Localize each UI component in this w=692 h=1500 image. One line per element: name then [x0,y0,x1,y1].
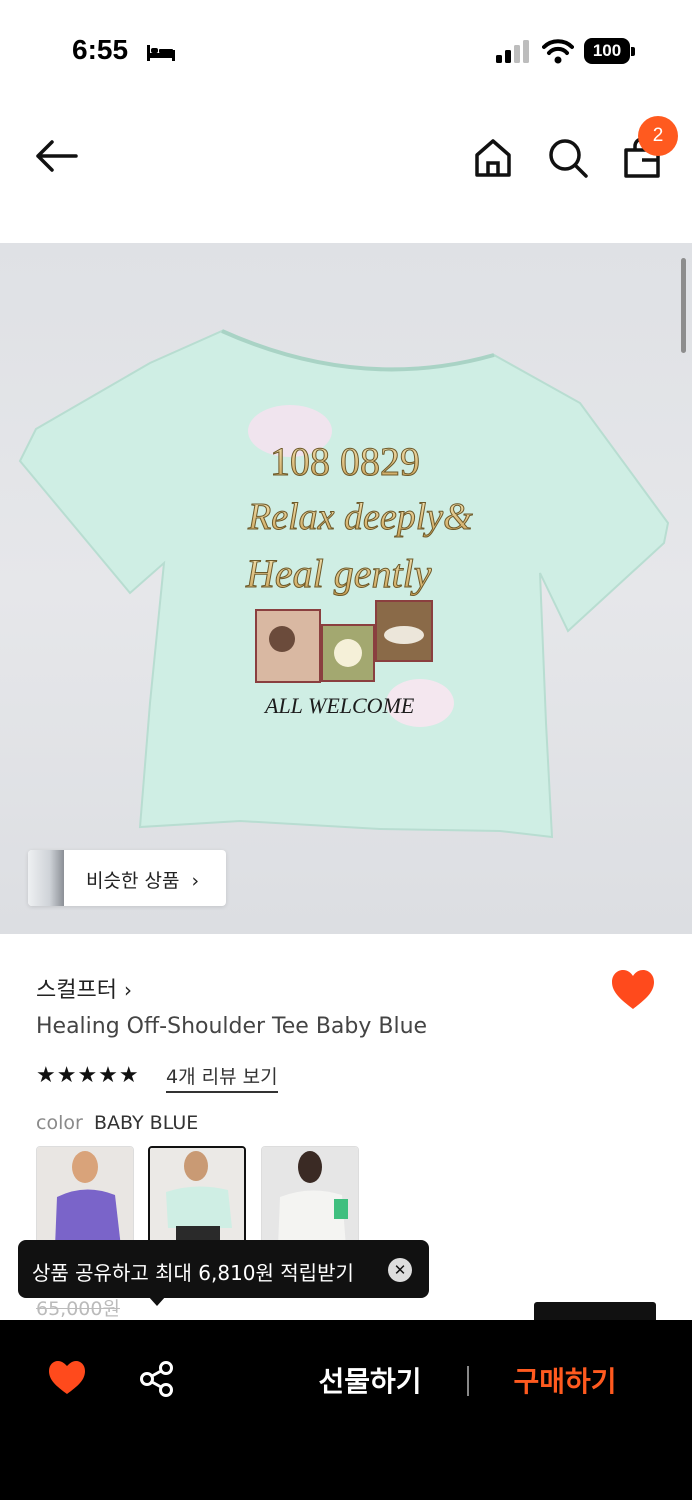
sleep-mode-icon [147,45,175,61]
chevron-right-icon: › [123,978,132,1002]
print-line-2: Relax deeply& [247,496,473,538]
similar-products-button[interactable]: 비슷한 상품 › [28,850,226,906]
option-value: BABY BLUE [94,1112,199,1134]
toast-message: 상품 공유하고 최대 6,810원 적립받기 [32,1261,354,1285]
heart-icon[interactable] [48,1360,86,1396]
share-icon[interactable] [138,1360,176,1398]
search-icon[interactable] [544,134,592,182]
color-swatch-purple[interactable] [36,1146,134,1246]
buy-button[interactable]: 구매하기 [490,1360,640,1404]
print-line-3: Heal gently [245,551,432,596]
similar-product-thumbnail [28,850,64,906]
product-title: Healing Off-Shoulder Tee Baby Blue [36,1014,428,1039]
swatch-photo [262,1147,358,1245]
wifi-icon [542,39,574,64]
home-icon[interactable] [469,134,517,182]
status-time: 6:55 [72,34,129,65]
swatch-photo [37,1147,133,1245]
button-divider [467,1366,469,1396]
similar-products-label: 비슷한 상품 › [86,870,200,892]
wishlist-heart-icon[interactable] [610,968,656,1012]
print-line-1: 108 0829 [270,439,420,484]
close-icon[interactable]: ✕ [388,1258,412,1282]
image-scrollbar[interactable] [681,258,686,353]
original-price: 65,000원 [36,1298,120,1320]
cart-count-badge: 2 [638,116,678,156]
swatch-photo [150,1148,244,1244]
cellular-signal-icon [496,40,529,63]
share-reward-toast: 상품 공유하고 최대 6,810원 적립받기 ✕ [18,1240,429,1298]
color-swatch-white[interactable] [261,1146,359,1246]
product-hero-image[interactable]: 108 0829 Relax deeply& Heal gently ALL W… [0,243,692,934]
print-footer: ALL WELCOME [263,693,415,718]
rating-stars: ★★★★★ [36,1063,140,1088]
bottom-action-bar: 선물하기 구매하기 [0,1320,692,1500]
brand-link[interactable]: 스컬프터 › [36,972,132,1004]
battery-level: 100 [584,38,630,64]
toast-pointer [148,1296,166,1306]
tshirt-illustration: 108 0829 Relax deeply& Heal gently ALL W… [18,329,670,839]
option-label: color [36,1112,83,1134]
color-swatch-baby-blue[interactable] [148,1146,246,1246]
back-arrow-icon[interactable] [32,132,80,180]
reviews-link[interactable]: 4개 리뷰 보기 [166,1062,278,1093]
gift-button[interactable]: 선물하기 [290,1360,450,1404]
battery-indicator: 100 [584,38,636,66]
